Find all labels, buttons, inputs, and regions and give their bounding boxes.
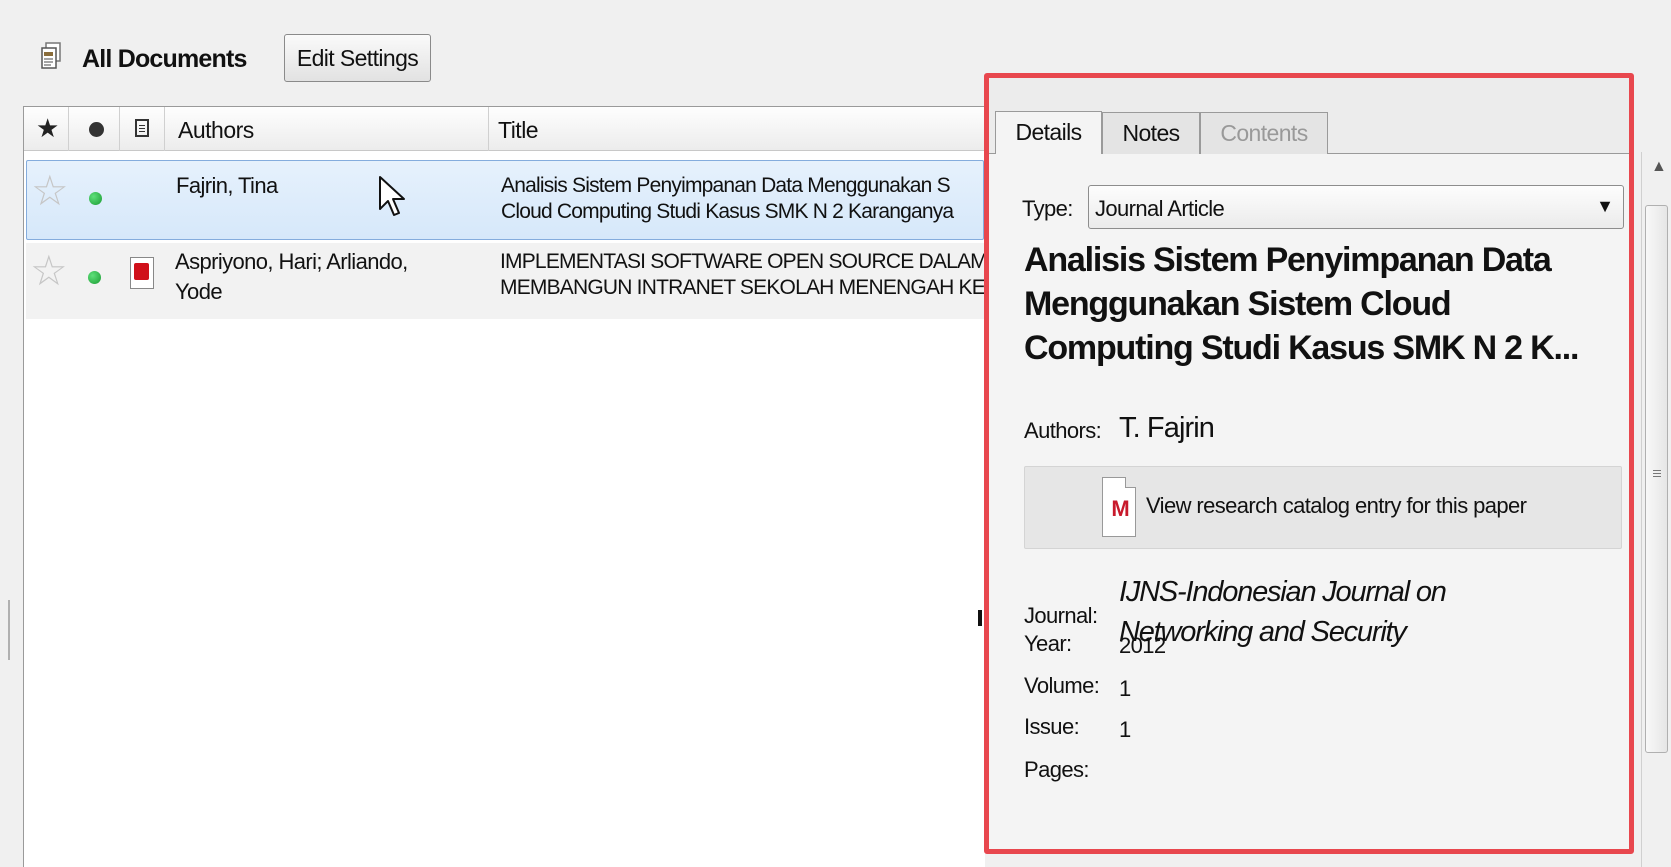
grip-icon bbox=[1653, 470, 1661, 471]
paper-title-line: Computing Studi Kasus SMK N 2 K... bbox=[1024, 329, 1579, 367]
journal-line: Networking and Security bbox=[1119, 616, 1407, 648]
title-column-header[interactable]: Title bbox=[498, 117, 539, 144]
row-title-line: Cloud Computing Studi Kasus SMK N 2 Kara… bbox=[501, 200, 954, 223]
page-title: All Documents bbox=[82, 45, 247, 73]
journal-label: Journal: bbox=[1024, 603, 1098, 628]
document-list: ★ Authors Title ☆ Fajrin, Tina Analisis … bbox=[23, 106, 986, 867]
authors-value[interactable]: T. Fajrin bbox=[1119, 412, 1215, 445]
details-panel: Details Notes Contents Type: Journal Art… bbox=[984, 73, 1634, 854]
journal-value[interactable]: IJNS-Indonesian Journal on Networking an… bbox=[1119, 572, 1599, 652]
star-column-icon[interactable]: ★ bbox=[36, 114, 59, 142]
column-divider[interactable] bbox=[164, 107, 165, 151]
splitter-handle[interactable] bbox=[978, 610, 982, 626]
authors-column-header[interactable]: Authors bbox=[178, 117, 254, 144]
type-label: Type: bbox=[1022, 196, 1073, 221]
tab-details[interactable]: Details bbox=[995, 111, 1102, 154]
column-divider[interactable] bbox=[68, 107, 69, 151]
list-header: ★ Authors Title bbox=[24, 107, 986, 151]
pages-label: Pages: bbox=[1024, 757, 1090, 782]
read-status-icon[interactable] bbox=[89, 192, 102, 205]
documents-icon bbox=[41, 42, 61, 69]
tab-notes[interactable]: Notes bbox=[1102, 112, 1200, 154]
star-icon[interactable]: ☆ bbox=[30, 249, 68, 293]
volume-value[interactable]: 1 bbox=[1119, 676, 1131, 702]
research-catalog-link[interactable]: M View research catalog entry for this p… bbox=[1024, 466, 1622, 549]
volume-label: Volume: bbox=[1024, 673, 1100, 698]
issue-label: Issue: bbox=[1024, 714, 1080, 739]
year-value[interactable]: 2012 bbox=[1119, 633, 1166, 659]
file-column-icon[interactable] bbox=[135, 119, 149, 137]
scrollbar[interactable]: ▲ bbox=[1641, 152, 1671, 867]
table-row[interactable]: ☆ Fajrin, Tina Analisis Sistem Penyimpan… bbox=[26, 160, 984, 240]
paper-title-line: Analisis Sistem Penyimpanan Data bbox=[1024, 241, 1552, 279]
table-row[interactable]: ☆ Aspriyono, Hari; Arliando, Yode IMPLEM… bbox=[26, 243, 984, 319]
window-edge bbox=[8, 600, 10, 660]
scrollbar-thumb[interactable] bbox=[1645, 205, 1668, 753]
row-authors: Aspriyono, Hari; Arliando, bbox=[175, 249, 408, 274]
row-title-line: IMPLEMENTASI SOFTWARE OPEN SOURCE DALAM bbox=[500, 250, 984, 273]
research-catalog-label: View research catalog entry for this pap… bbox=[1146, 493, 1527, 518]
year-label: Year: bbox=[1024, 631, 1072, 656]
type-value: Journal Article bbox=[1095, 196, 1225, 221]
authors-label: Authors: bbox=[1024, 418, 1102, 443]
tab-contents[interactable]: Contents bbox=[1200, 112, 1328, 154]
star-icon[interactable]: ☆ bbox=[31, 169, 69, 213]
column-divider[interactable] bbox=[488, 107, 489, 151]
mouse-cursor-icon bbox=[379, 176, 405, 216]
row-authors: Fajrin, Tina bbox=[176, 173, 278, 198]
column-divider[interactable] bbox=[119, 107, 120, 151]
chevron-down-icon: ▼ bbox=[1596, 196, 1614, 216]
paper-title-line: Menggunakan Sistem Cloud bbox=[1024, 285, 1452, 323]
issue-value[interactable]: 1 bbox=[1119, 717, 1131, 743]
pdf-icon[interactable] bbox=[130, 257, 154, 289]
edit-settings-button[interactable]: Edit Settings bbox=[284, 34, 431, 82]
row-title-line: MEMBANGUN INTRANET SEKOLAH MENENGAH KE bbox=[500, 276, 984, 299]
scroll-up-icon[interactable]: ▲ bbox=[1651, 158, 1667, 176]
row-authors: Yode bbox=[175, 279, 223, 304]
type-select[interactable]: Journal Article ▼ bbox=[1088, 185, 1624, 229]
read-status-column-icon[interactable] bbox=[89, 122, 104, 137]
research-catalog-icon: M bbox=[1102, 477, 1136, 537]
row-title-line: Analisis Sistem Penyimpanan Data Menggun… bbox=[501, 174, 951, 197]
journal-line: IJNS-Indonesian Journal on bbox=[1119, 576, 1447, 608]
read-status-icon[interactable] bbox=[88, 271, 101, 284]
paper-title[interactable]: Analisis Sistem Penyimpanan Data Menggun… bbox=[1024, 238, 1624, 370]
